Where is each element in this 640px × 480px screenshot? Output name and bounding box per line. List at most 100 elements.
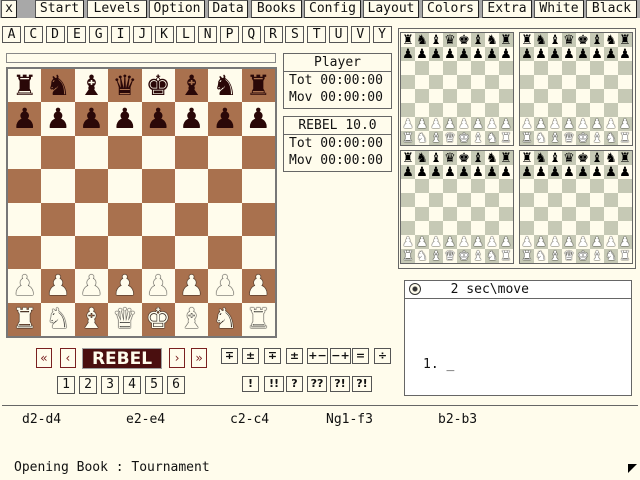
board-square[interactable] (141, 235, 175, 270)
board-square[interactable]: ♟ (241, 269, 275, 303)
eval-symbol-button[interactable]: ∓ (221, 348, 238, 364)
board-square[interactable]: ♞ (41, 69, 75, 103)
number-button-4[interactable]: 4 (123, 376, 141, 394)
chess-piece[interactable]: ♞ (212, 71, 237, 100)
letter-button-v[interactable]: V (350, 26, 370, 43)
chess-piece[interactable]: ♝ (179, 71, 204, 100)
menu-layout[interactable]: Layout (363, 0, 419, 18)
board-square[interactable]: ♟ (74, 269, 109, 303)
chess-piece[interactable]: ♚ (146, 305, 171, 333)
chess-piece[interactable]: ♟ (79, 271, 104, 300)
number-button-6[interactable]: 6 (167, 376, 185, 394)
letter-button-k[interactable]: K (154, 26, 174, 43)
board-square[interactable]: ♟ (174, 269, 209, 303)
board-square[interactable] (74, 202, 109, 236)
letter-button-q[interactable]: Q (241, 26, 261, 43)
letter-button-d[interactable]: D (45, 26, 65, 43)
board-square[interactable]: ♝ (74, 69, 109, 103)
prev-move-button[interactable]: ‹ (60, 348, 76, 368)
book-move-2[interactable]: e2-e4 (126, 412, 165, 427)
board-square[interactable]: ♛ (108, 302, 142, 336)
letter-button-r[interactable]: R (263, 26, 283, 43)
board-square[interactable]: ♜ (8, 69, 42, 103)
board-square[interactable]: ♝ (174, 302, 209, 336)
mini-board-3[interactable]: ♜ ♞ ♝ ♛ ♚ ♝ ♞ ♜ ♟ ♟ ♟ ♟ ♟ ♟ ♟ ♟ ♟ ♟ ♟ ♟ ♟ ♟ ♟ ♟ ♜ ♞ ♝ ♛ ♚ ♝ ♞ ♜ (400, 150, 514, 264)
chess-piece[interactable]: ♟ (212, 105, 237, 133)
chess-piece[interactable]: ♟ (112, 105, 137, 133)
board-square[interactable] (108, 235, 142, 270)
board-square[interactable]: ♛ (108, 69, 142, 103)
chess-piece[interactable]: ♟ (79, 105, 104, 133)
board-square[interactable]: ♝ (174, 69, 209, 103)
board-square[interactable] (8, 202, 42, 236)
board-square[interactable]: ♟ (41, 269, 75, 303)
chess-piece[interactable]: ♟ (146, 271, 171, 300)
chess-piece[interactable]: ♟ (46, 105, 71, 133)
annotation-symbol-button[interactable]: ?! (330, 376, 350, 392)
board-square[interactable]: ♝ (74, 302, 109, 336)
annotation-symbol-button[interactable]: !! (264, 376, 284, 392)
board-square[interactable]: ♚ (141, 69, 175, 103)
board-square[interactable] (174, 202, 209, 236)
letter-button-i[interactable]: I (111, 26, 130, 43)
notation-panel[interactable]: 2 sec\move 1. _ (404, 280, 632, 396)
board-square[interactable]: ♟ (208, 102, 242, 136)
chess-piece[interactable]: ♜ (12, 71, 37, 100)
annotation-symbol-button[interactable]: ?? (307, 376, 327, 392)
board-square[interactable]: ♟ (241, 102, 275, 136)
chess-piece[interactable]: ♜ (246, 305, 271, 333)
chess-piece[interactable]: ♝ (79, 305, 104, 333)
board-scroll-strip[interactable] (6, 53, 276, 63)
board-square[interactable]: ♟ (141, 102, 175, 136)
board-square[interactable]: ♜ (241, 302, 275, 336)
number-button-1[interactable]: 1 (57, 376, 75, 394)
menu-white[interactable]: White (534, 0, 584, 18)
chess-piece[interactable]: ♟ (179, 271, 204, 300)
mini-board-1[interactable]: ♜ ♞ ♝ ♛ ♚ ♝ ♞ ♜ ♟ ♟ ♟ ♟ ♟ ♟ ♟ ♟ ♟ ♟ ♟ ♟ ♟ ♟ ♟ ♟ ♜ ♞ ♝ ♛ ♚ ♝ ♞ ♜ (400, 32, 514, 146)
letter-button-g[interactable]: G (89, 26, 109, 43)
board-square[interactable] (174, 235, 209, 270)
board-square[interactable] (8, 135, 42, 170)
eval-symbol-button[interactable]: = (352, 348, 369, 364)
board-square[interactable] (241, 169, 275, 203)
board-square[interactable] (8, 235, 42, 270)
chess-piece[interactable]: ♟ (246, 271, 271, 300)
board-square[interactable] (41, 169, 75, 203)
board-square[interactable] (208, 202, 242, 236)
book-move-3[interactable]: c2-c4 (230, 412, 269, 427)
board-square[interactable]: ♟ (108, 269, 142, 303)
last-move-button[interactable]: » (191, 348, 207, 368)
letter-button-e[interactable]: E (67, 26, 87, 43)
next-move-button[interactable]: › (169, 348, 185, 368)
menu-levels[interactable]: Levels (87, 0, 147, 18)
board-square[interactable]: ♟ (8, 269, 42, 303)
first-move-button[interactable]: « (36, 348, 52, 368)
board-square[interactable]: ♞ (41, 302, 75, 336)
letter-button-u[interactable]: U (329, 26, 348, 43)
board-square[interactable] (74, 135, 109, 170)
eval-symbol-button[interactable]: −+ (330, 348, 351, 364)
mini-board-2[interactable]: ♜ ♞ ♝ ♛ ♚ ♝ ♞ ♜ ♟ ♟ ♟ ♟ ♟ ♟ ♟ ♟ ♟ ♟ ♟ ♟ ♟ ♟ ♟ ♟ ♜ ♞ ♝ ♛ ♚ ♝ ♞ ♜ (519, 32, 633, 146)
board-square[interactable] (241, 202, 275, 236)
board-square[interactable] (241, 235, 275, 270)
board-square[interactable]: ♟ (108, 102, 142, 136)
close-button[interactable]: x (1, 0, 17, 18)
chess-piece[interactable]: ♞ (212, 305, 237, 333)
chess-piece[interactable]: ♟ (112, 271, 137, 300)
number-button-2[interactable]: 2 (79, 376, 97, 394)
board-square[interactable] (108, 169, 142, 203)
chess-piece[interactable]: ♚ (146, 71, 171, 100)
eval-symbol-button[interactable]: ± (242, 348, 259, 364)
chess-piece[interactable]: ♛ (112, 71, 137, 100)
chess-piece[interactable]: ♞ (46, 305, 71, 333)
letter-button-y[interactable]: Y (372, 26, 392, 43)
chess-piece[interactable]: ♝ (79, 71, 104, 100)
menu-extra[interactable]: Extra (482, 0, 532, 18)
board-square[interactable] (141, 169, 175, 203)
chess-piece[interactable]: ♟ (46, 271, 71, 300)
chess-piece[interactable]: ♟ (212, 271, 237, 300)
board-square[interactable]: ♟ (208, 269, 242, 303)
chess-piece[interactable]: ♟ (12, 105, 37, 133)
book-move-4[interactable]: Ng1-f3 (326, 412, 373, 427)
board-square[interactable]: ♜ (8, 302, 42, 336)
